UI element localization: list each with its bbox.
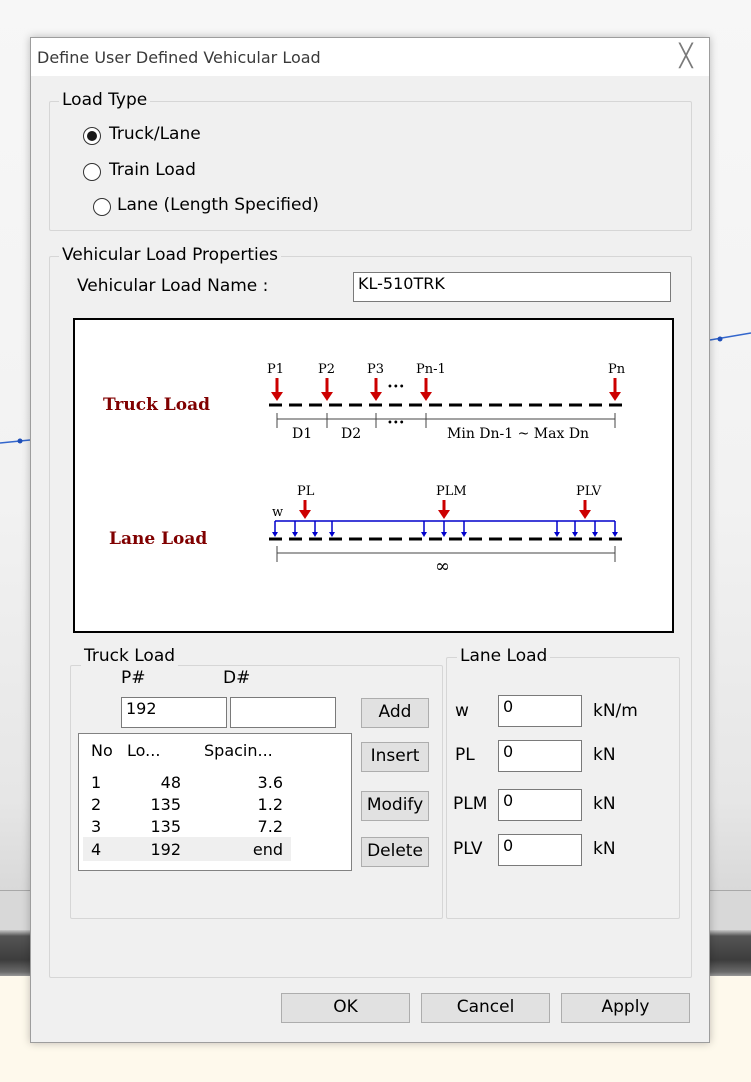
dn-label: Min Dn-1 ~ Max Dn xyxy=(447,426,589,442)
radio-truck-lane-circle[interactable] xyxy=(83,127,101,145)
pl-field-unit: kN xyxy=(593,745,616,765)
row-no: 3 xyxy=(91,817,102,836)
ok-button[interactable]: OK xyxy=(281,993,410,1023)
vehicular-load-name-label: Vehicular Load Name : xyxy=(77,276,269,296)
radio-lane-length[interactable]: Lane (Length Specified) xyxy=(93,195,353,219)
load-type-group-label: Load Type xyxy=(59,90,151,110)
d-number-label: D# xyxy=(223,668,251,688)
plv-label: PLV xyxy=(576,484,602,499)
graph-line-right xyxy=(709,332,751,341)
plm-field-label: PLM xyxy=(453,794,488,814)
load-diagram-svg: Truck Load P1 P2 P3 Pn-1 Pn ••• D1 D2 ••… xyxy=(103,362,626,577)
radio-train-load[interactable]: Train Load xyxy=(83,160,283,184)
radio-lane-length-label: Lane (Length Specified) xyxy=(117,195,319,215)
graph-point-left xyxy=(17,438,23,444)
p2-label: P2 xyxy=(318,362,335,377)
plv-field-unit: kN xyxy=(593,839,616,859)
w-field-label: w xyxy=(455,701,469,721)
truck-load-list[interactable]: No Lo... Spacin... 1 48 3.6 2 135 1.2 3 … xyxy=(78,733,352,871)
lane-load-group-label: Lane Load xyxy=(457,646,551,666)
load-diagram: Truck Load P1 P2 P3 Pn-1 Pn ••• D1 D2 ••… xyxy=(73,318,674,633)
delete-button[interactable]: Delete xyxy=(361,837,429,867)
p-number-input[interactable]: 192 xyxy=(121,697,227,728)
truck-arrows xyxy=(275,378,617,394)
cancel-button[interactable]: Cancel xyxy=(421,993,550,1023)
truck-arrow-heads xyxy=(271,392,621,401)
row-spacing: 3.6 xyxy=(257,773,283,792)
dots-bottom: ••• xyxy=(387,418,405,429)
row-load: 48 xyxy=(160,773,181,792)
dots-top: ••• xyxy=(387,382,405,393)
radio-train-load-circle[interactable] xyxy=(83,163,101,181)
infinity-label: ∞ xyxy=(435,556,450,577)
row-load: 135 xyxy=(150,817,181,836)
pl-label: PL xyxy=(297,484,315,499)
radio-truck-lane[interactable]: Truck/Lane xyxy=(83,124,283,148)
lane-load-diagram-label: Lane Load xyxy=(109,529,207,549)
row-load: 192 xyxy=(150,840,181,859)
w-field-unit: kN/m xyxy=(593,701,638,721)
p-number-label: P# xyxy=(121,668,146,688)
lane-arrow-heads xyxy=(299,510,591,519)
column-header-load[interactable]: Lo... xyxy=(127,741,160,760)
d1-label: D1 xyxy=(292,426,312,442)
d2-label: D2 xyxy=(341,426,361,442)
p3-label: P3 xyxy=(367,362,384,377)
distributed-load-heads xyxy=(272,532,618,537)
apply-button[interactable]: Apply xyxy=(561,993,690,1023)
vehicular-load-name-input[interactable]: KL-510TRK xyxy=(353,272,671,302)
table-row[interactable]: 3 135 7.2 xyxy=(83,815,291,837)
table-row-selected[interactable]: 4 192 end xyxy=(83,837,291,861)
column-header-no[interactable]: No xyxy=(91,741,113,760)
w-field-input[interactable]: 0 xyxy=(498,695,582,727)
plv-field-input[interactable]: 0 xyxy=(498,834,582,866)
row-spacing: end xyxy=(252,840,283,859)
row-spacing: 7.2 xyxy=(257,817,283,836)
plm-field-unit: kN xyxy=(593,794,616,814)
radio-lane-length-circle[interactable] xyxy=(93,198,111,216)
pl-field-input[interactable]: 0 xyxy=(498,740,582,772)
pn-label: Pn xyxy=(608,362,626,377)
insert-button[interactable]: Insert xyxy=(361,742,429,772)
row-no: 1 xyxy=(91,773,102,792)
close-icon[interactable]: ╳ xyxy=(673,44,699,70)
vehicular-load-dialog: Define User Defined Vehicular Load ╳ Loa… xyxy=(30,37,710,1043)
dialog-title: Define User Defined Vehicular Load xyxy=(37,48,321,67)
p1-label: P1 xyxy=(267,362,284,377)
vehicular-load-properties-label: Vehicular Load Properties xyxy=(59,245,282,265)
row-no: 2 xyxy=(91,795,102,814)
graph-line-left xyxy=(0,439,31,444)
add-button[interactable]: Add xyxy=(361,698,429,728)
column-header-spacing[interactable]: Spacin... xyxy=(204,741,273,760)
plv-field-label: PLV xyxy=(453,839,483,859)
table-row[interactable]: 2 135 1.2 xyxy=(83,793,291,815)
row-no: 4 xyxy=(91,840,102,859)
pn1-label: Pn-1 xyxy=(416,362,446,377)
truck-load-diagram-label: Truck Load xyxy=(103,395,210,415)
row-spacing: 1.2 xyxy=(257,795,283,814)
plm-field-input[interactable]: 0 xyxy=(498,789,582,821)
plm-label: PLM xyxy=(436,484,467,499)
radio-train-load-label: Train Load xyxy=(109,160,196,180)
truck-load-group-label: Truck Load xyxy=(81,646,179,666)
title-bar[interactable]: Define User Defined Vehicular Load ╳ xyxy=(31,38,709,76)
graph-point-right xyxy=(717,336,723,342)
modify-button[interactable]: Modify xyxy=(361,791,429,821)
w-label: w xyxy=(272,505,283,520)
table-row[interactable]: 1 48 3.6 xyxy=(83,771,291,793)
row-load: 135 xyxy=(150,795,181,814)
d-number-input[interactable] xyxy=(230,697,336,728)
pl-field-label: PL xyxy=(455,745,475,765)
radio-truck-lane-label: Truck/Lane xyxy=(109,124,201,144)
